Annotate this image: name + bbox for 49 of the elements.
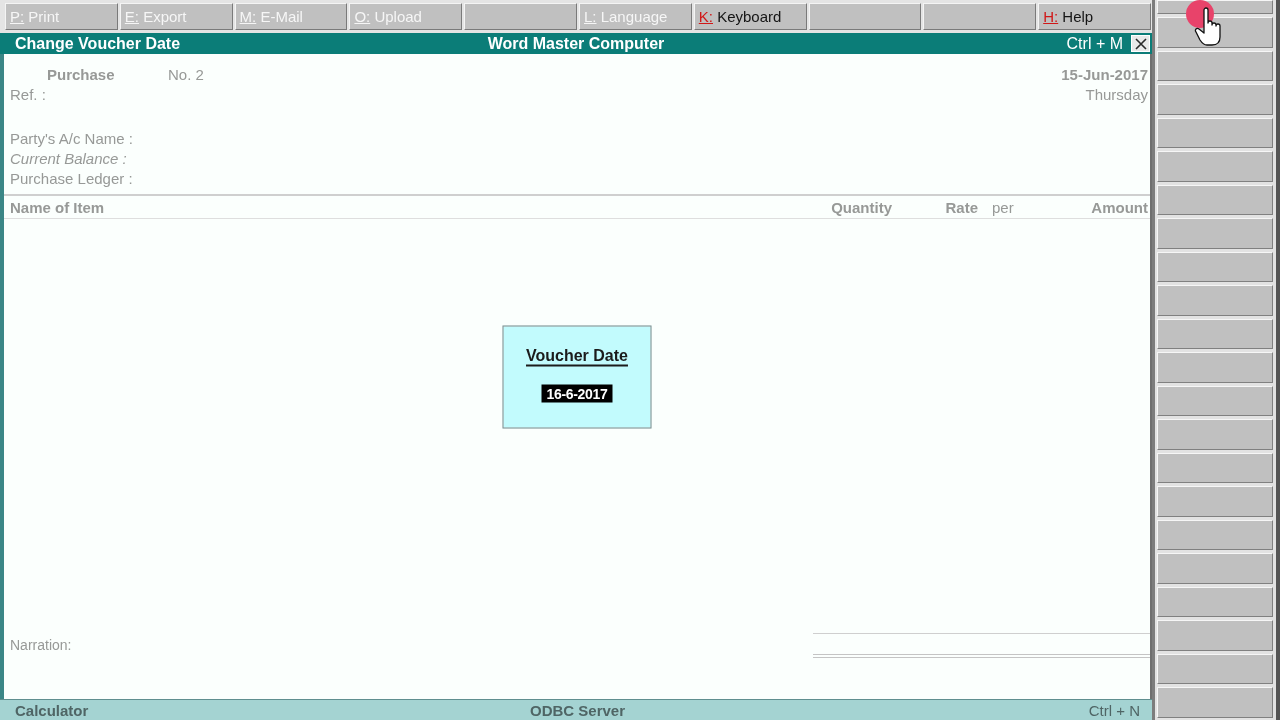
dialog-title: Voucher Date bbox=[526, 346, 628, 364]
side-button[interactable] bbox=[1157, 151, 1273, 182]
side-button[interactable] bbox=[1157, 117, 1273, 148]
toolbar-button[interactable]: H: Help bbox=[1038, 3, 1151, 30]
side-button[interactable] bbox=[1157, 519, 1273, 550]
side-button[interactable] bbox=[1157, 452, 1273, 483]
field-label: Current Balance : bbox=[10, 149, 127, 169]
column-header: Amount bbox=[1091, 198, 1148, 216]
status-text: ODBC Server bbox=[529, 701, 625, 719]
side-button[interactable] bbox=[1157, 419, 1273, 450]
status-text: Calculator bbox=[15, 701, 89, 719]
side-button[interactable] bbox=[1157, 285, 1273, 316]
side-button[interactable] bbox=[1157, 586, 1273, 617]
side-button[interactable] bbox=[1157, 687, 1273, 718]
close-button[interactable] bbox=[1131, 35, 1150, 52]
toolbar-button[interactable] bbox=[464, 3, 577, 30]
side-button[interactable] bbox=[1157, 50, 1273, 81]
shortcut-text: Ctrl + N bbox=[1088, 701, 1140, 719]
voucher-date: 15-Jun-2017 bbox=[1061, 65, 1148, 83]
column-header: per bbox=[991, 198, 1014, 216]
side-button[interactable] bbox=[1157, 184, 1273, 215]
side-button[interactable] bbox=[1157, 385, 1273, 416]
field-label: Purchase Ledger : bbox=[10, 169, 133, 189]
voucher-number: No. 2 bbox=[168, 65, 204, 83]
side-button[interactable] bbox=[1157, 352, 1273, 383]
ref-label: Ref. : bbox=[10, 85, 46, 103]
column-header: Name of Item bbox=[10, 198, 105, 216]
field-label: Party's A/c Name : bbox=[10, 129, 133, 149]
side-button[interactable] bbox=[1157, 553, 1273, 584]
toolbar-button[interactable] bbox=[923, 3, 1037, 30]
narration-label: Narration: bbox=[10, 637, 72, 653]
shortcut-text: Ctrl + M bbox=[1066, 34, 1123, 53]
column-header: Rate bbox=[945, 198, 978, 216]
side-button[interactable] bbox=[1157, 84, 1273, 115]
toolbar-button[interactable] bbox=[808, 3, 922, 30]
side-button[interactable] bbox=[1157, 318, 1273, 349]
side-button[interactable] bbox=[1157, 251, 1273, 282]
voucher-type: Purchase bbox=[47, 65, 116, 83]
column-header: Quantity bbox=[831, 198, 892, 216]
date-input[interactable]: 16-6-2017 bbox=[541, 384, 613, 402]
toolbar-button[interactable]: K: Keyboard bbox=[693, 3, 807, 30]
company-name: Word Master Computer bbox=[487, 34, 665, 53]
side-button[interactable] bbox=[1157, 620, 1273, 651]
window-title: Change Voucher Date bbox=[15, 34, 181, 53]
side-button[interactable] bbox=[1157, 486, 1273, 517]
side-button[interactable] bbox=[1157, 653, 1273, 684]
close-icon bbox=[1134, 37, 1147, 50]
side-button[interactable] bbox=[1157, 218, 1273, 249]
weekday-text: Thursday bbox=[1085, 85, 1148, 103]
